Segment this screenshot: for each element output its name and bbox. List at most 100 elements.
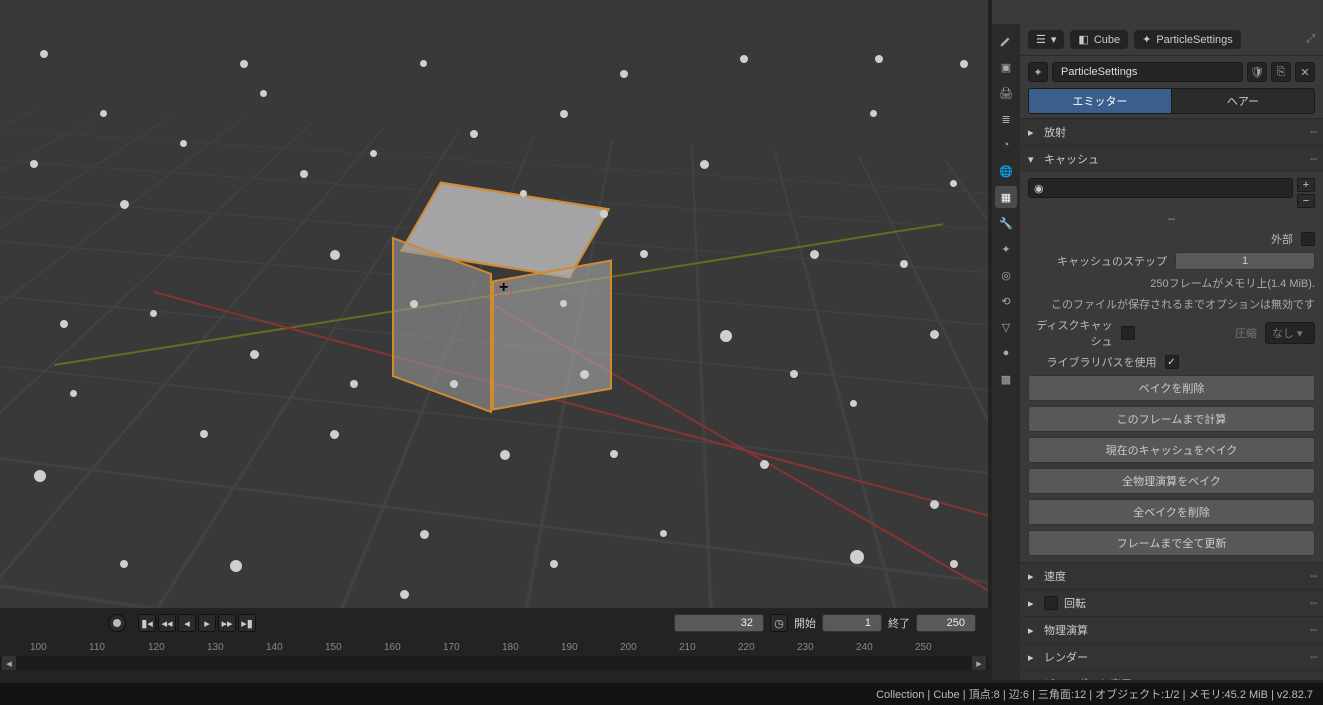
cache-panel-header[interactable]: ▾ キャッシュ ┅: [1020, 146, 1323, 172]
tick-label: 160: [384, 642, 401, 653]
particle: [420, 530, 429, 539]
tick-label: 170: [443, 642, 460, 653]
cache-step-label: キャッシュのステップ: [1028, 253, 1167, 269]
new-datablock-button[interactable]: ⎘: [1271, 62, 1291, 82]
unlink-datablock-button[interactable]: ✕: [1295, 62, 1315, 82]
render-tab[interactable]: ▣: [995, 56, 1017, 78]
particle: [870, 110, 877, 117]
cache-slot[interactable]: ◉: [1028, 178, 1293, 198]
scroll-left-button[interactable]: ◂: [2, 656, 16, 670]
particle: [760, 460, 769, 469]
clock-icon[interactable]: ◷: [770, 614, 788, 632]
disk-cache-checkbox[interactable]: [1121, 326, 1135, 340]
use-lib-path-checkbox[interactable]: [1165, 355, 1179, 369]
scroll-right-button[interactable]: ▸: [972, 656, 986, 670]
bake-all-physics-button[interactable]: 全物理演算をベイク: [1028, 468, 1315, 494]
tick-label: 120: [148, 642, 165, 653]
datablock-type-icon[interactable]: ✦: [1028, 62, 1048, 82]
particle: [330, 430, 339, 439]
compression-label: 圧縮: [1235, 325, 1257, 341]
particle: [400, 590, 409, 599]
render-panel-header[interactable]: ▸レンダー┅: [1020, 644, 1323, 670]
particle: [70, 390, 77, 397]
rotation-checkbox[interactable]: [1044, 596, 1058, 610]
jump-to-end-button[interactable]: ▸▮: [238, 614, 256, 632]
physics-tab[interactable]: ◎: [995, 264, 1017, 286]
particle: [580, 370, 589, 379]
play-reverse-button[interactable]: ◂: [178, 614, 196, 632]
current-frame-field[interactable]: 32: [674, 614, 764, 632]
velocity-panel-header[interactable]: ▸速度┅: [1020, 563, 1323, 589]
rotation-panel-header[interactable]: ▸回転┅: [1020, 590, 1323, 616]
scene-tab[interactable]: ◔: [995, 134, 1017, 156]
particle: [470, 130, 478, 138]
pin-icon[interactable]: ⤢: [1306, 33, 1315, 46]
3d-viewport[interactable]: [0, 0, 988, 608]
start-frame-field[interactable]: 1: [822, 614, 882, 632]
update-all-to-frame-button[interactable]: フレームまで全て更新: [1028, 530, 1315, 556]
modifiers-tab[interactable]: 🔧: [995, 212, 1017, 234]
particle: [660, 530, 667, 537]
grip-icon: ┅: [1028, 213, 1315, 226]
add-cache-button[interactable]: +: [1297, 178, 1315, 192]
editor-type-dropdown[interactable]: ☰▾: [1028, 30, 1064, 49]
emitter-option[interactable]: エミッター: [1028, 88, 1172, 114]
keyframe-next-button[interactable]: ▸▸: [218, 614, 236, 632]
keyframe-prev-button[interactable]: ◂◂: [158, 614, 176, 632]
delete-bake-button[interactable]: ベイクを削除: [1028, 375, 1315, 401]
view-layer-tab[interactable]: ≣: [995, 108, 1017, 130]
hair-option[interactable]: ヘアー: [1172, 88, 1315, 114]
calc-to-frame-button[interactable]: このフレームまで計算: [1028, 406, 1315, 432]
remove-cache-button[interactable]: −: [1297, 194, 1315, 208]
tick-label: 110: [89, 642, 105, 653]
particle: [610, 450, 618, 458]
auto-keying-toggle[interactable]: [108, 614, 126, 632]
particle: [40, 50, 48, 58]
object-breadcrumb[interactable]: ◧ Cube: [1070, 30, 1128, 49]
tick-label: 210: [679, 642, 696, 653]
grip-icon: ┅: [1310, 126, 1315, 139]
external-label: 外部: [1028, 231, 1293, 247]
viewport-display-panel-header[interactable]: ▸ビューポート表示┅: [1020, 671, 1323, 680]
particle-name-field[interactable]: [1052, 62, 1243, 82]
delete-all-bakes-button[interactable]: 全ベイクを削除: [1028, 499, 1315, 525]
particle: [900, 260, 908, 268]
particle: [930, 500, 939, 509]
particle-type-toggle[interactable]: エミッター ヘアー: [1028, 88, 1315, 114]
texture-tab[interactable]: ▩: [995, 368, 1017, 390]
particle: [30, 160, 38, 168]
particle: [850, 400, 857, 407]
particle: [34, 470, 46, 482]
fake-user-button[interactable]: 🛡: [1247, 62, 1267, 82]
world-tab[interactable]: 🌐: [995, 160, 1017, 182]
emission-panel-header[interactable]: ▸ 放射 ┅: [1020, 119, 1323, 145]
play-button[interactable]: ▸: [198, 614, 216, 632]
output-tab[interactable]: 🖨: [995, 82, 1017, 104]
timeline[interactable]: ▮◂ ◂◂ ◂ ▸ ▸▸ ▸▮ 32 ◷ 開始 1 終了 250 1001101…: [0, 608, 988, 680]
compression-dropdown[interactable]: なし ▾: [1265, 322, 1315, 344]
tick-label: 230: [797, 642, 814, 653]
particle: [300, 170, 308, 178]
cache-step-field[interactable]: 1: [1175, 252, 1315, 270]
physics-panel-header[interactable]: ▸物理演算┅: [1020, 617, 1323, 643]
particle: [100, 110, 107, 117]
particle: [180, 140, 187, 147]
jump-to-start-button[interactable]: ▮◂: [138, 614, 156, 632]
particle: [120, 560, 128, 568]
particle: [875, 55, 883, 63]
material-tab[interactable]: ●: [995, 342, 1017, 364]
end-frame-field[interactable]: 250: [916, 614, 976, 632]
particle: [550, 560, 558, 568]
particle: [930, 330, 939, 339]
constraints-tab[interactable]: ⟲: [995, 290, 1017, 312]
bake-current-button[interactable]: 現在のキャッシュをベイク: [1028, 437, 1315, 463]
particle: [560, 110, 568, 118]
particles-tab[interactable]: ✦: [995, 238, 1017, 260]
data-tab[interactable]: ▽: [995, 316, 1017, 338]
properties-panel: ☰▾ ◧ Cube ✦ ParticleSettings ⤢ ✦ 🛡 ⎘ ✕ エ…: [1020, 24, 1323, 680]
object-tab[interactable]: ▦: [995, 186, 1017, 208]
external-checkbox[interactable]: [1301, 232, 1315, 246]
tool-tab[interactable]: [995, 30, 1017, 52]
data-breadcrumb[interactable]: ✦ ParticleSettings: [1134, 30, 1241, 49]
particle: [560, 300, 567, 307]
